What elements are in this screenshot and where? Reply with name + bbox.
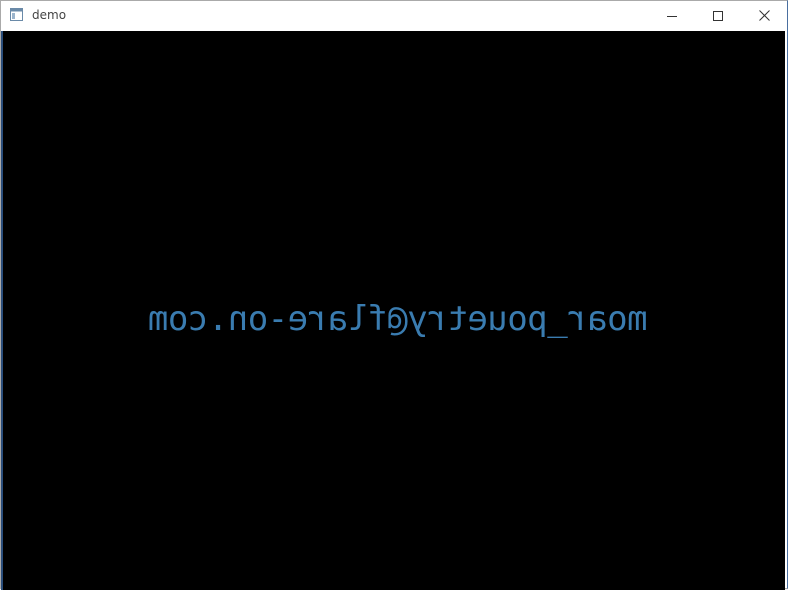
title-bar[interactable]: demo	[1, 1, 787, 30]
maximize-button[interactable]	[695, 1, 741, 30]
demo-window: demo moar_pouetry@flare-on.com	[0, 0, 788, 590]
close-icon	[758, 10, 770, 21]
close-button[interactable]	[741, 1, 787, 30]
minimize-icon	[667, 15, 677, 17]
window-app-icon	[10, 8, 23, 21]
window-title: demo	[32, 8, 67, 22]
minimize-button[interactable]	[649, 1, 695, 30]
maximize-icon	[713, 10, 723, 21]
mirrored-email-text: moar_pouetry@flare-on.com	[148, 299, 648, 339]
render-canvas[interactable]: moar_pouetry@flare-on.com	[3, 31, 785, 590]
